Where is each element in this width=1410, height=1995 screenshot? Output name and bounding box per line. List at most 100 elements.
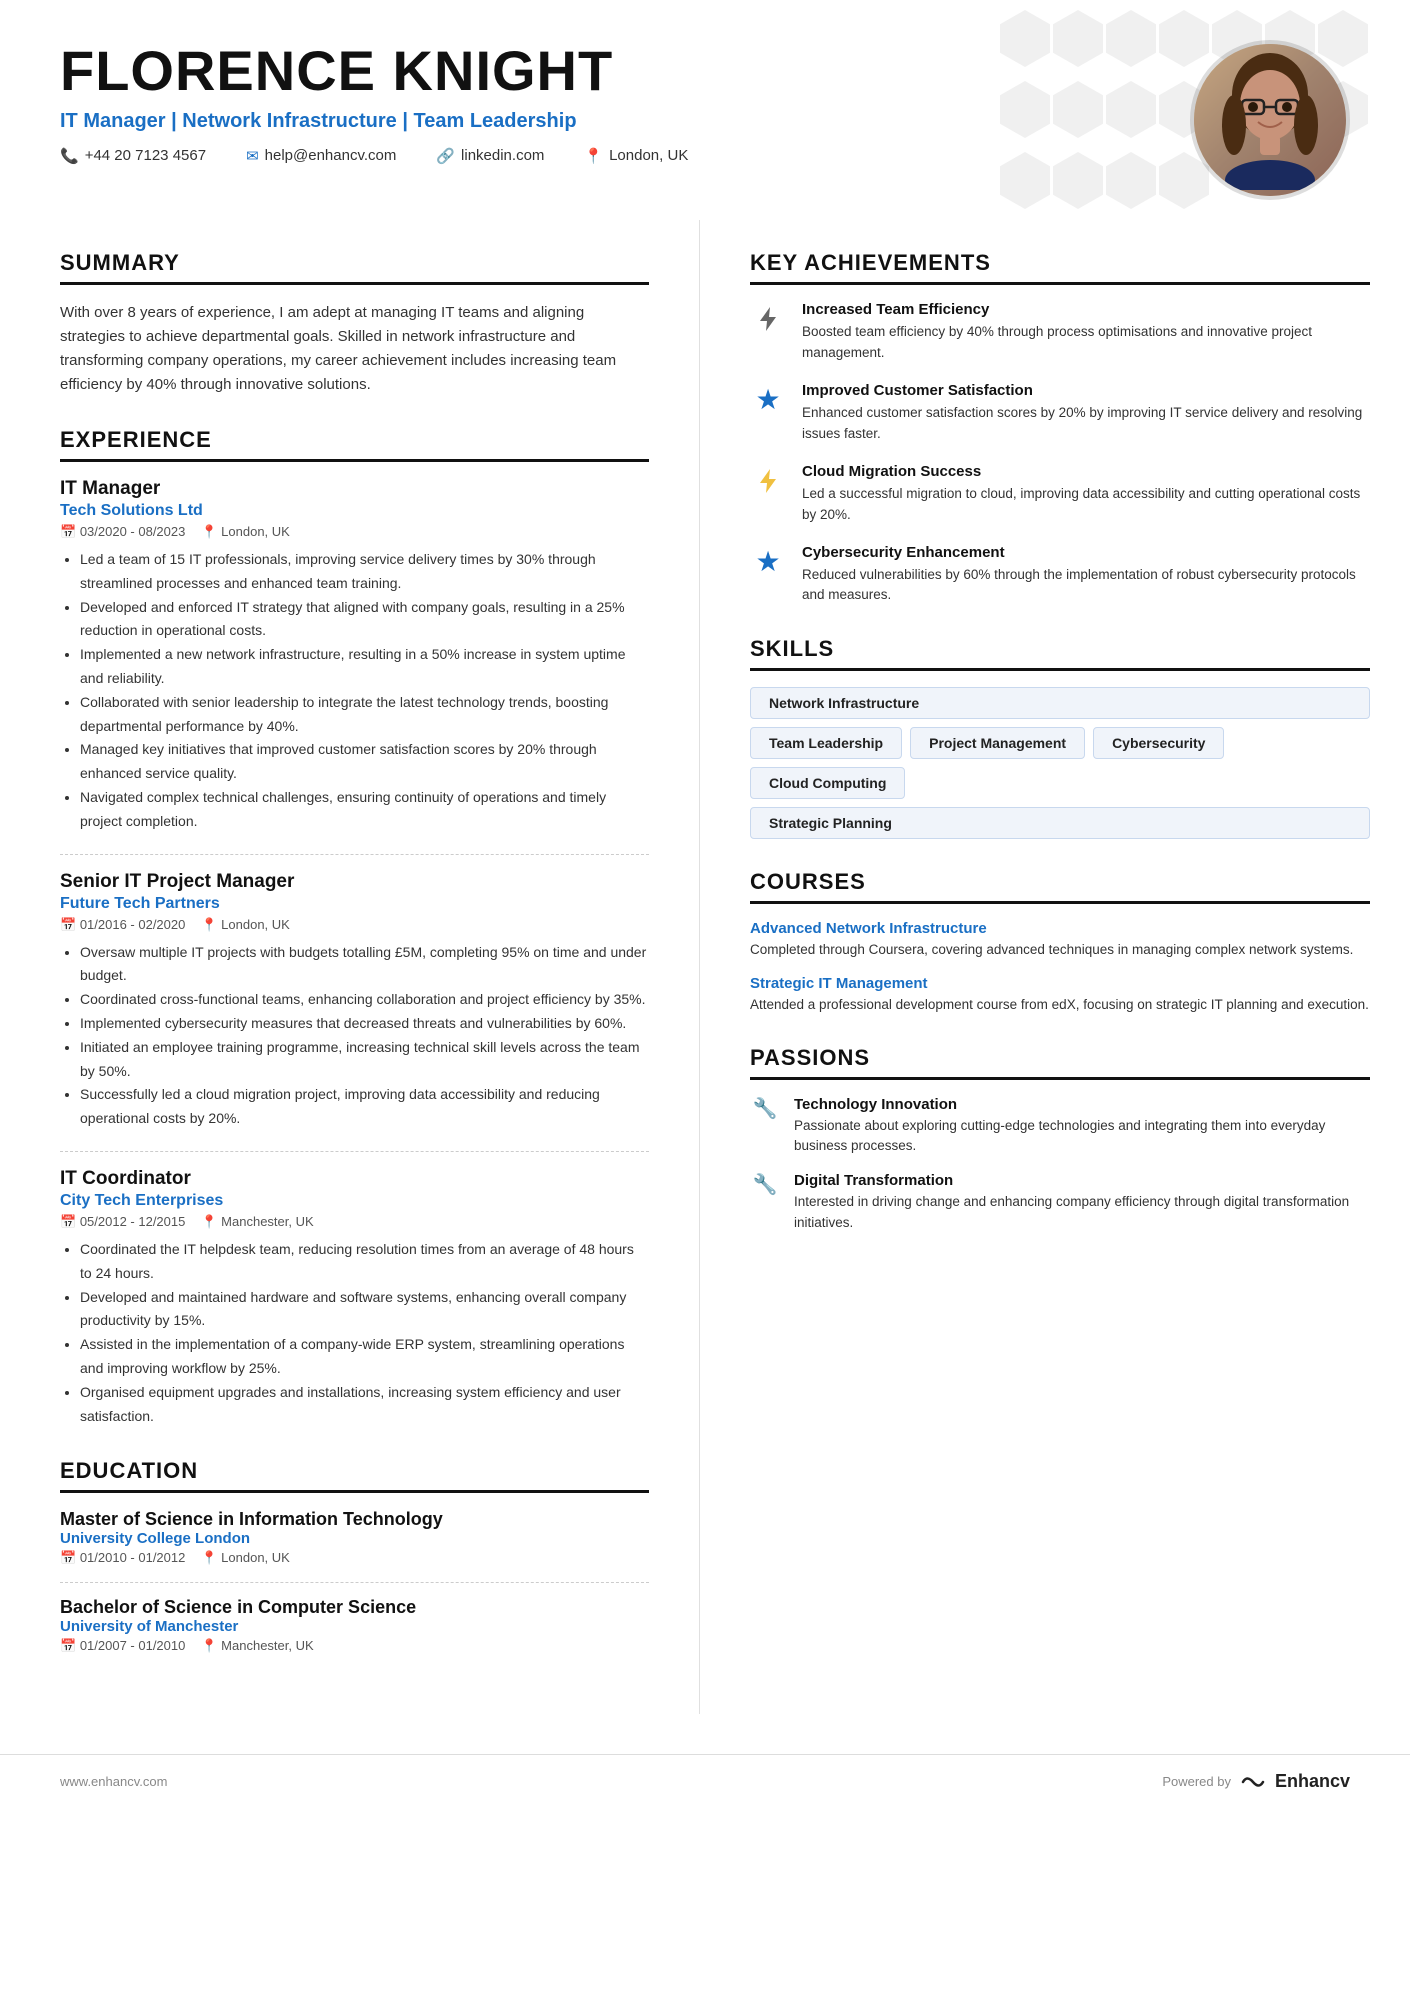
experience-title: EXPERIENCE xyxy=(60,427,649,462)
footer-brand: Powered by Enhancv xyxy=(1162,1771,1350,1792)
title-part1: IT Manager xyxy=(60,110,166,132)
job-2-location: 📍 London, UK xyxy=(201,917,289,933)
achievement-4-title: Cybersecurity Enhancement xyxy=(802,544,1370,561)
passions-title: PASSIONS xyxy=(750,1045,1370,1080)
skill-leadership: Team Leadership xyxy=(750,727,902,759)
title-part2: Network Infrastructure xyxy=(182,110,397,132)
education-section: EDUCATION Master of Science in Informati… xyxy=(60,1458,649,1654)
job-3-dates: 📅 05/2012 - 12/2015 xyxy=(60,1214,185,1230)
job-1: IT Manager Tech Solutions Ltd 📅 03/2020 … xyxy=(60,478,649,834)
edu-2-degree: Bachelor of Science in Computer Science xyxy=(60,1597,649,1618)
summary-title: SUMMARY xyxy=(60,250,649,285)
edu-1-location: 📍 London, UK xyxy=(201,1550,289,1566)
course-2: Strategic IT Management Attended a profe… xyxy=(750,975,1370,1015)
passion-2-text: Interested in driving change and enhanci… xyxy=(794,1192,1370,1233)
bullet: Successfully led a cloud migration proje… xyxy=(80,1083,649,1131)
edu-1-school: University College London xyxy=(60,1530,649,1547)
bullet: Developed and maintained hardware and so… xyxy=(80,1286,649,1334)
achievement-2: ★ Improved Customer Satisfaction Enhance… xyxy=(750,382,1370,445)
passion-2: 🔧 Digital Transformation Interested in d… xyxy=(750,1172,1370,1233)
achievement-2-icon: ★ xyxy=(750,382,786,418)
bullet: Coordinated cross-functional teams, enha… xyxy=(80,988,649,1012)
edu-2-location: 📍 Manchester, UK xyxy=(201,1638,313,1654)
passions-section: PASSIONS 🔧 Technology Innovation Passion… xyxy=(750,1045,1370,1233)
achievement-2-text: Enhanced customer satisfaction scores by… xyxy=(802,403,1370,445)
skill-cyber: Cybersecurity xyxy=(1093,727,1224,759)
job-3-location: 📍 Manchester, UK xyxy=(201,1214,313,1230)
edu-1-dates: 📅 01/2010 - 01/2012 xyxy=(60,1550,185,1566)
course-2-title: Strategic IT Management xyxy=(750,975,1370,992)
bullet: Collaborated with senior leadership to i… xyxy=(80,691,649,739)
right-column: KEY ACHIEVEMENTS Increased Team Efficien… xyxy=(700,220,1410,1714)
achievement-1-content: Increased Team Efficiency Boosted team e… xyxy=(802,301,1370,364)
passion-1-icon: 🔧 xyxy=(750,1096,780,1121)
main-content: SUMMARY With over 8 years of experience,… xyxy=(0,220,1410,1754)
skill-strategic: Strategic Planning xyxy=(750,807,1370,839)
edu-1-meta: 📅 01/2010 - 01/2012 📍 London, UK xyxy=(60,1550,649,1566)
job-3-company: City Tech Enterprises xyxy=(60,1192,649,1210)
achievement-3: Cloud Migration Success Led a successful… xyxy=(750,463,1370,526)
bullet: Led a team of 15 IT professionals, impro… xyxy=(80,548,649,596)
footer: www.enhancv.com Powered by Enhancv xyxy=(0,1754,1410,1808)
education-title: EDUCATION xyxy=(60,1458,649,1493)
course-1: Advanced Network Infrastructure Complete… xyxy=(750,920,1370,960)
location-icon: 📍 xyxy=(584,147,603,165)
skills-title: SKILLS xyxy=(750,636,1370,671)
job-2-bullets: Oversaw multiple IT projects with budget… xyxy=(60,941,649,1131)
achievement-3-icon xyxy=(750,463,786,499)
job-2-title: Senior IT Project Manager xyxy=(60,871,649,893)
linkedin-icon: 🔗 xyxy=(436,147,455,165)
achievement-4-icon: ★ xyxy=(750,544,786,580)
skills-section: SKILLS Network Infrastructure Team Leade… xyxy=(750,636,1370,839)
bullet: Assisted in the implementation of a comp… xyxy=(80,1333,649,1381)
phone-text: +44 20 7123 4567 xyxy=(85,147,206,164)
achievement-2-title: Improved Customer Satisfaction xyxy=(802,382,1370,399)
resume-page: FLORENCE KNIGHT IT Manager | Network Inf… xyxy=(0,0,1410,1995)
edu-1: Master of Science in Information Technol… xyxy=(60,1509,649,1566)
course-2-text: Attended a professional development cour… xyxy=(750,995,1370,1015)
bullet: Managed key initiatives that improved cu… xyxy=(80,738,649,786)
job-2: Senior IT Project Manager Future Tech Pa… xyxy=(60,871,649,1131)
courses-title: COURSES xyxy=(750,869,1370,904)
bullet: Oversaw multiple IT projects with budget… xyxy=(80,941,649,989)
enhancv-logo-icon xyxy=(1239,1773,1267,1791)
passion-2-icon: 🔧 xyxy=(750,1172,780,1197)
achievement-4: ★ Cybersecurity Enhancement Reduced vuln… xyxy=(750,544,1370,607)
summary-text: With over 8 years of experience, I am ad… xyxy=(60,301,649,397)
left-column: SUMMARY With over 8 years of experience,… xyxy=(0,220,700,1714)
candidate-name: FLORENCE KNIGHT xyxy=(60,40,1150,102)
job-3-title: IT Coordinator xyxy=(60,1168,649,1190)
job-3-meta: 📅 05/2012 - 12/2015 📍 Manchester, UK xyxy=(60,1214,649,1230)
achievement-2-content: Improved Customer Satisfaction Enhanced … xyxy=(802,382,1370,445)
title-part3: Team Leadership xyxy=(414,110,577,132)
location-text: London, UK xyxy=(609,147,688,164)
bullet: Initiated an employee training programme… xyxy=(80,1036,649,1084)
job-3: IT Coordinator City Tech Enterprises 📅 0… xyxy=(60,1168,649,1428)
bullet: Coordinated the IT helpdesk team, reduci… xyxy=(80,1238,649,1286)
edu-2-meta: 📅 01/2007 - 01/2010 📍 Manchester, UK xyxy=(60,1638,649,1654)
achievement-3-text: Led a successful migration to cloud, imp… xyxy=(802,484,1370,526)
course-1-text: Completed through Coursera, covering adv… xyxy=(750,940,1370,960)
job-1-dates: 📅 03/2020 - 08/2023 xyxy=(60,524,185,540)
phone-contact: 📞 +44 20 7123 4567 xyxy=(60,147,206,165)
job-1-company: Tech Solutions Ltd xyxy=(60,502,649,520)
course-1-title: Advanced Network Infrastructure xyxy=(750,920,1370,937)
linkedin-contact: 🔗 linkedin.com xyxy=(436,147,544,165)
title-sep2: | xyxy=(402,110,413,132)
achievement-3-title: Cloud Migration Success xyxy=(802,463,1370,480)
edu-2-school: University of Manchester xyxy=(60,1618,649,1635)
candidate-avatar xyxy=(1190,40,1350,200)
achievement-3-content: Cloud Migration Success Led a successful… xyxy=(802,463,1370,526)
job-1-meta: 📅 03/2020 - 08/2023 📍 London, UK xyxy=(60,524,649,540)
header-section: FLORENCE KNIGHT IT Manager | Network Inf… xyxy=(0,0,1410,220)
achievement-1-text: Boosted team efficiency by 40% through p… xyxy=(802,322,1370,364)
email-text: help@enhancv.com xyxy=(265,147,397,164)
job-3-bullets: Coordinated the IT helpdesk team, reduci… xyxy=(60,1238,649,1428)
summary-section: SUMMARY With over 8 years of experience,… xyxy=(60,250,649,397)
location-contact: 📍 London, UK xyxy=(584,147,688,165)
email-contact: ✉ help@enhancv.com xyxy=(246,147,396,165)
achievements-title: KEY ACHIEVEMENTS xyxy=(750,250,1370,285)
candidate-title: IT Manager | Network Infrastructure | Te… xyxy=(60,110,1150,133)
achievement-4-text: Reduced vulnerabilities by 60% through t… xyxy=(802,565,1370,607)
bullet: Developed and enforced IT strategy that … xyxy=(80,596,649,644)
